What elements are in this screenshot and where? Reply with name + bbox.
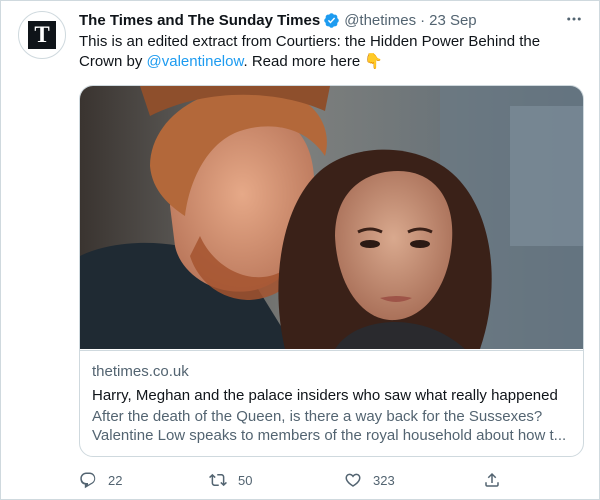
card-image bbox=[80, 86, 583, 349]
tweet-header: The Times and The Sunday Times @thetimes… bbox=[79, 9, 477, 31]
card-body: thetimes.co.uk Harry, Meghan and the pal… bbox=[80, 350, 583, 456]
more-icon[interactable] bbox=[561, 9, 587, 29]
tweet-text: This is an edited extract from Courtiers… bbox=[79, 32, 579, 72]
share-button[interactable] bbox=[483, 469, 512, 491]
tweet-actions: 22 50 323 bbox=[79, 469, 499, 491]
retweet-count: 50 bbox=[238, 472, 253, 488]
like-icon bbox=[345, 473, 361, 487]
retweet-button[interactable]: 50 bbox=[209, 469, 252, 491]
tweet-timestamp[interactable]: 23 Sep bbox=[429, 12, 477, 29]
card-description: After the death of the Queen, is there a… bbox=[92, 408, 567, 444]
tweet[interactable]: T The Times and The Sunday Times @thetim… bbox=[0, 0, 600, 500]
like-button[interactable]: 323 bbox=[344, 469, 395, 491]
tweet-text-after: . Read more here bbox=[243, 53, 365, 70]
card-title: Harry, Meghan and the palace insiders wh… bbox=[92, 387, 558, 404]
like-count: 323 bbox=[373, 472, 395, 488]
pointing-down-emoji: 👇 bbox=[364, 53, 384, 70]
share-icon bbox=[485, 472, 499, 487]
reply-count: 22 bbox=[108, 472, 123, 488]
times-logo: T bbox=[28, 21, 56, 49]
card-domain: thetimes.co.uk bbox=[92, 363, 189, 380]
account-name[interactable]: The Times and The Sunday Times bbox=[79, 12, 320, 29]
avatar[interactable]: T bbox=[18, 11, 66, 59]
link-card[interactable]: thetimes.co.uk Harry, Meghan and the pal… bbox=[79, 85, 584, 457]
mention-link[interactable]: @valentinelow bbox=[147, 53, 244, 70]
reply-button[interactable]: 22 bbox=[79, 469, 122, 491]
retweet-icon bbox=[209, 473, 227, 487]
account-handle[interactable]: @thetimes bbox=[344, 12, 416, 29]
separator-dot: · bbox=[420, 11, 426, 29]
verified-badge-icon bbox=[324, 12, 339, 28]
reply-icon bbox=[80, 472, 96, 489]
